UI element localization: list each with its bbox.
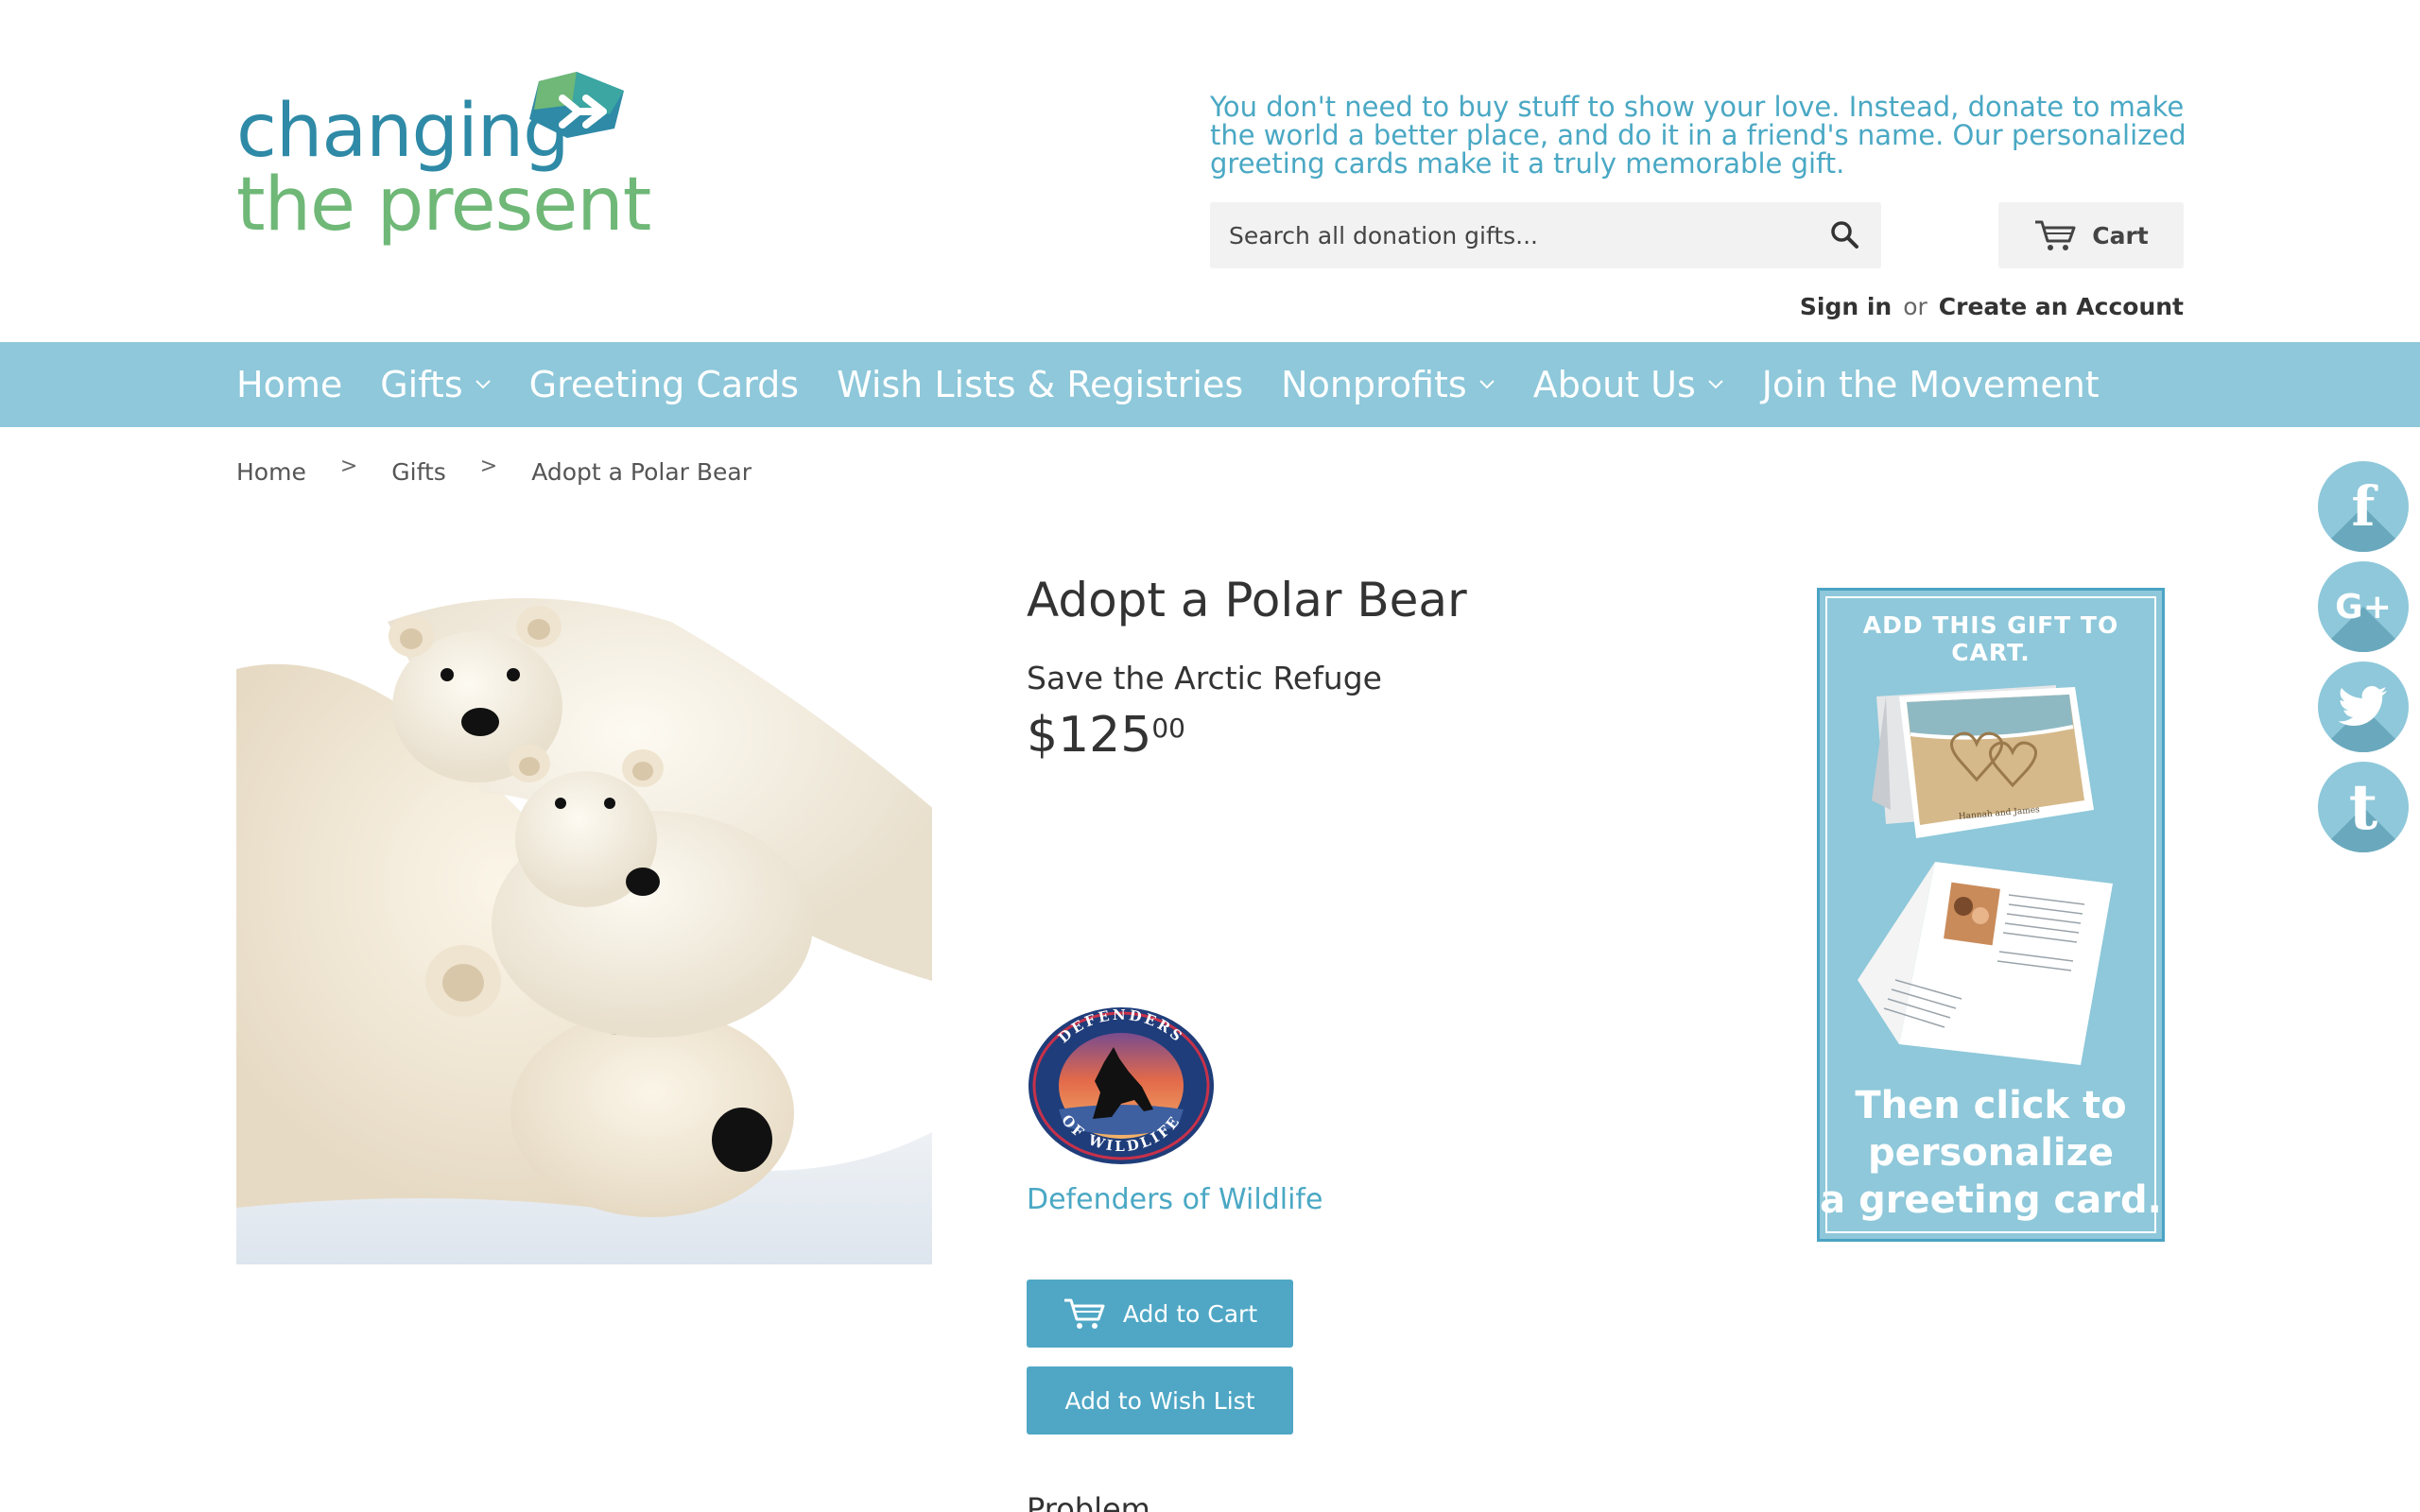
cart-icon xyxy=(2035,220,2076,250)
add-to-wishlist-button[interactable]: Add to Wish List xyxy=(1027,1366,1293,1435)
nav-item-label: Join the Movement xyxy=(1761,364,2100,405)
cart-label: Cart xyxy=(2092,221,2149,249)
nav-item-label: Greeting Cards xyxy=(528,364,800,405)
price-cents: 00 xyxy=(1151,713,1185,744)
chevron-down-icon xyxy=(1479,380,1495,389)
social-share-bar: f G+ t xyxy=(2318,461,2409,862)
breadcrumb: Home > Gifts > Adopt a Polar Bear xyxy=(236,455,752,486)
site-header: changing the present You don't need to b… xyxy=(0,0,2420,342)
add-to-wishlist-label: Add to Wish List xyxy=(1064,1386,1255,1415)
nav-item-greeting-cards[interactable]: Greeting Cards xyxy=(529,364,799,405)
nav-item-label: About Us xyxy=(1532,364,1696,405)
nav-item-home[interactable]: Home xyxy=(236,364,342,405)
add-to-cart-button[interactable]: Add to Cart xyxy=(1027,1280,1293,1348)
section-heading-problem: Problem xyxy=(1027,1491,1150,1512)
twitter-icon xyxy=(2338,686,2387,726)
sign-in-link[interactable]: Sign in xyxy=(1800,293,1892,320)
promo-footer-line1: Then click to xyxy=(1855,1084,2127,1127)
create-account-link[interactable]: Create an Account xyxy=(1939,293,2184,320)
cart-icon xyxy=(1063,1298,1105,1329)
nav-item-wish-lists[interactable]: Wish Lists & Registries xyxy=(837,364,1243,405)
nav-item-label: Nonprofits xyxy=(1281,364,1467,405)
account-links: Sign in or Create an Account xyxy=(1800,293,2184,320)
nav-item-join-movement[interactable]: Join the Movement xyxy=(1762,364,2100,405)
promo-heading: ADD THIS GIFT TO CART. xyxy=(1862,611,2119,666)
chevron-down-icon xyxy=(1708,380,1723,389)
site-tagline: You don't need to buy stuff to show your… xyxy=(1210,91,2187,180)
facebook-share-button[interactable]: f xyxy=(2318,461,2409,552)
organization-logo[interactable]: DEFENDERS OF WILDLIFE xyxy=(1027,1005,1216,1166)
twitter-share-button[interactable] xyxy=(2318,662,2409,752)
product-subtitle: Save the Arctic Refuge xyxy=(1027,660,1382,696)
site-logo[interactable]: changing the present xyxy=(236,66,652,255)
product-image[interactable] xyxy=(236,584,932,1264)
nav-item-label: Wish Lists & Registries xyxy=(837,364,1244,405)
main-nav: Home Gifts Greeting Cards Wish Lists & R… xyxy=(0,342,2420,427)
facebook-icon: f xyxy=(2351,474,2376,539)
search-bar xyxy=(1210,202,1881,268)
greeting-card-promo[interactable]: ADD THIS GIFT TO CART. Hannah and James xyxy=(1817,588,2165,1242)
polar-bears-illustration xyxy=(236,584,932,1264)
organization-link[interactable]: Defenders of Wildlife xyxy=(1027,1183,1322,1216)
or-text: or xyxy=(1903,293,1927,320)
tumblr-share-button[interactable]: t xyxy=(2318,762,2409,852)
product-title: Adopt a Polar Bear xyxy=(1027,573,1467,627)
promo-footer: Then click to personalize a greeting car… xyxy=(1820,1082,2162,1224)
breadcrumb-separator: > xyxy=(479,455,498,478)
tumblr-icon: t xyxy=(2348,770,2378,844)
promo-footer-line2: personalize xyxy=(1867,1131,2115,1175)
greeting-card-illustration: Hannah and James xyxy=(1858,685,2113,1065)
google-plus-share-button[interactable]: G+ xyxy=(2318,561,2409,652)
logo-text-line2: the present xyxy=(236,163,651,248)
logo-text-line1: changing xyxy=(236,89,570,174)
logo-mark-icon xyxy=(529,72,624,138)
breadcrumb-gifts[interactable]: Gifts xyxy=(391,458,446,486)
search-input[interactable] xyxy=(1210,202,1796,268)
promo-footer-line3: a greeting card. xyxy=(1820,1178,2162,1222)
product-price: $12500 xyxy=(1027,707,1185,764)
nav-item-label: Gifts xyxy=(380,364,463,405)
nav-item-about-us[interactable]: About Us xyxy=(1533,364,1724,405)
breadcrumb-home[interactable]: Home xyxy=(236,458,306,486)
price-main: $125 xyxy=(1027,707,1152,764)
google-plus-icon: G+ xyxy=(2335,587,2392,627)
cart-button[interactable]: Cart xyxy=(1998,202,2184,268)
main-nav-list: Home Gifts Greeting Cards Wish Lists & R… xyxy=(236,342,2137,427)
nav-item-nonprofits[interactable]: Nonprofits xyxy=(1281,364,1495,405)
add-to-cart-label: Add to Cart xyxy=(1122,1299,1258,1328)
nav-item-gifts[interactable]: Gifts xyxy=(380,364,491,405)
search-icon[interactable] xyxy=(1828,218,1862,252)
breadcrumb-separator: > xyxy=(339,455,358,478)
nav-item-label: Home xyxy=(236,364,343,405)
chevron-down-icon xyxy=(475,380,491,389)
breadcrumb-current: Adopt a Polar Bear xyxy=(531,458,752,486)
